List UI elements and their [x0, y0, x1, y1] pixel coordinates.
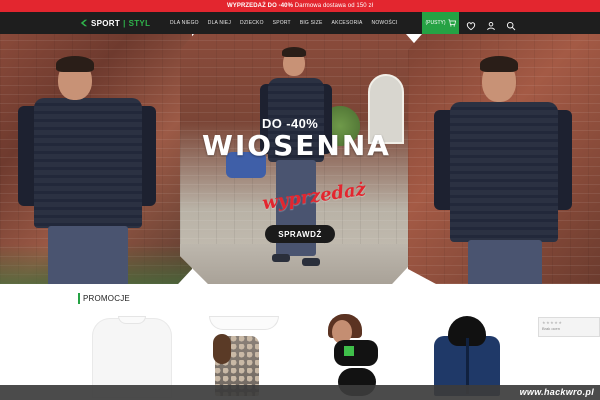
nav-item-akcesoria[interactable]: AKCESORIA [332, 20, 363, 26]
hero-cta-button[interactable]: SPRAWDŹ [265, 225, 335, 243]
nav-item-dziecko[interactable]: DZIECKO [240, 20, 264, 26]
product-image-black-snood [334, 340, 378, 366]
watermark-text: www.hackwro.pl [519, 387, 594, 397]
page: WYPRZEDAŻ DO -40% Darmowa dostawa od 150… [0, 0, 600, 400]
section-title-promocje: PROMOCJE [78, 293, 130, 304]
promo-highlight: WYPRZEDAŻ DO -40% [226, 3, 294, 9]
account-user-icon[interactable] [486, 18, 496, 31]
nav-item-big-size[interactable]: BIG SIZE [300, 20, 323, 26]
search-icon[interactable] [506, 18, 516, 31]
nav-item-sport[interactable]: SPORT [273, 20, 291, 26]
cart-label: (PUSTY) [425, 20, 446, 26]
product-card[interactable] [326, 312, 386, 396]
product-card[interactable] [428, 312, 508, 396]
logo-text-sport: SPORT [91, 18, 121, 28]
site-logo[interactable]: SPORT | STYL [80, 17, 150, 29]
rating-stars: ★★★★★ [542, 320, 563, 325]
logo-text-styl: STYL [128, 18, 151, 28]
product-card[interactable] [86, 312, 178, 398]
watermark-bar [0, 385, 600, 400]
promo-bar[interactable]: WYPRZEDAŻ DO -40% Darmowa dostawa od 150… [0, 0, 600, 12]
product-collar [209, 316, 279, 330]
model-right [434, 54, 584, 284]
cart-button[interactable]: (PUSTY) [422, 12, 459, 34]
model-hair [213, 334, 231, 364]
nav-item-nowosci[interactable]: NOWOŚCI [372, 20, 398, 26]
hero-photo-right [408, 34, 600, 284]
site-header: SPORT | STYL DLA NIEGO DLA NIEJ DZIECKO … [0, 12, 600, 34]
product-card[interactable] [205, 312, 285, 396]
wishlist-heart-icon[interactable] [466, 18, 476, 31]
main-nav: DLA NIEGO DLA NIEJ DZIECKO SPORT BIG SIZ… [170, 12, 397, 34]
nav-item-dla-niej[interactable]: DLA NIEJ [208, 20, 231, 26]
hero-photo-left [0, 34, 192, 284]
cart-icon [447, 19, 456, 27]
rating-label: Brak ocen [542, 326, 561, 331]
logo-separator: | [123, 18, 126, 28]
hero-title: WIOSENNA [202, 129, 391, 162]
rating-widget[interactable]: ★★★★★ Brak ocen [538, 317, 600, 337]
promo-text: Darmowa dostawa od 150 zł [293, 3, 374, 9]
model-center [256, 44, 336, 284]
creeper-print-icon [344, 346, 354, 356]
product-collar [118, 316, 146, 324]
logo-mark-icon [80, 19, 88, 27]
model-left [18, 54, 168, 284]
nav-item-dla-niego[interactable]: DLA NIEGO [170, 20, 199, 26]
hero-banner[interactable]: DO -40% WIOSENNA wyprzedaż SPRAWDŹ [0, 34, 600, 284]
